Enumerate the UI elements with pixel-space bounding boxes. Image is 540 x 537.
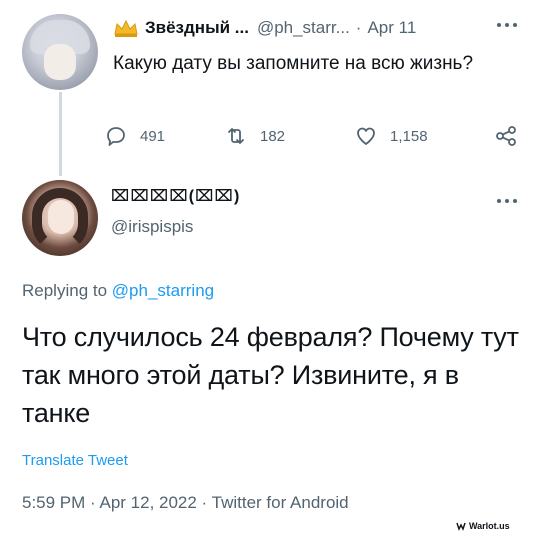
reply-avatar[interactable] [22,180,98,256]
avatar-face [48,200,74,234]
separator-dot: · [355,18,362,37]
reply-display-name[interactable]: ⌧⌧⌧⌧(⌧⌧) [111,186,240,206]
parent-handle[interactable]: @ph_starr... [257,18,350,38]
reply-tweet-text: Что случилось 24 февраля? Почему тут так… [22,322,519,428]
share-action[interactable] [494,124,530,148]
retweet-action[interactable]: 182 [224,124,285,148]
share-icon [496,126,516,146]
reply-icon [107,127,125,146]
more-icon[interactable] [494,194,520,208]
replying-to-link[interactable]: @ph_starring [112,281,214,300]
replying-prefix: Replying to [22,281,108,300]
parent-tweet-actions: 491 182 1,158 [104,124,534,152]
like-icon [357,127,375,145]
thread-line [59,92,62,176]
more-icon[interactable] [494,18,520,32]
reply-action[interactable]: 491 [104,124,165,148]
reply-count: 491 [140,127,166,145]
translate-tweet-link[interactable]: Translate Tweet [22,452,128,469]
retweet-count: 182 [260,127,286,145]
tweet-timestamp[interactable]: 5:59 PM · Apr 12, 2022 · Twitter for And… [22,493,349,513]
parent-tweet-text: Какую дату вы запомните на всю жизнь? [113,53,474,74]
retweet-icon [228,128,244,144]
reply-handle[interactable]: @irispispis [111,217,193,237]
parent-avatar[interactable] [22,14,98,90]
avatar-face [44,44,76,80]
watermark-logo-icon [456,522,466,531]
parent-display-name[interactable]: Звёздный ... [145,18,249,38]
replying-to: Replying to @ph_starring [22,281,214,301]
crown-icon [114,19,138,37]
like-count: 1,158 [390,127,428,145]
parent-tweet-header: Звёздный ... @ph_starr... · Apr 11 [113,16,533,40]
watermark-text: Warlot.us [469,521,510,531]
watermark: Warlot.us [456,521,510,531]
parent-date[interactable]: Apr 11 [367,18,416,38]
like-action[interactable]: 1,158 [354,124,428,148]
